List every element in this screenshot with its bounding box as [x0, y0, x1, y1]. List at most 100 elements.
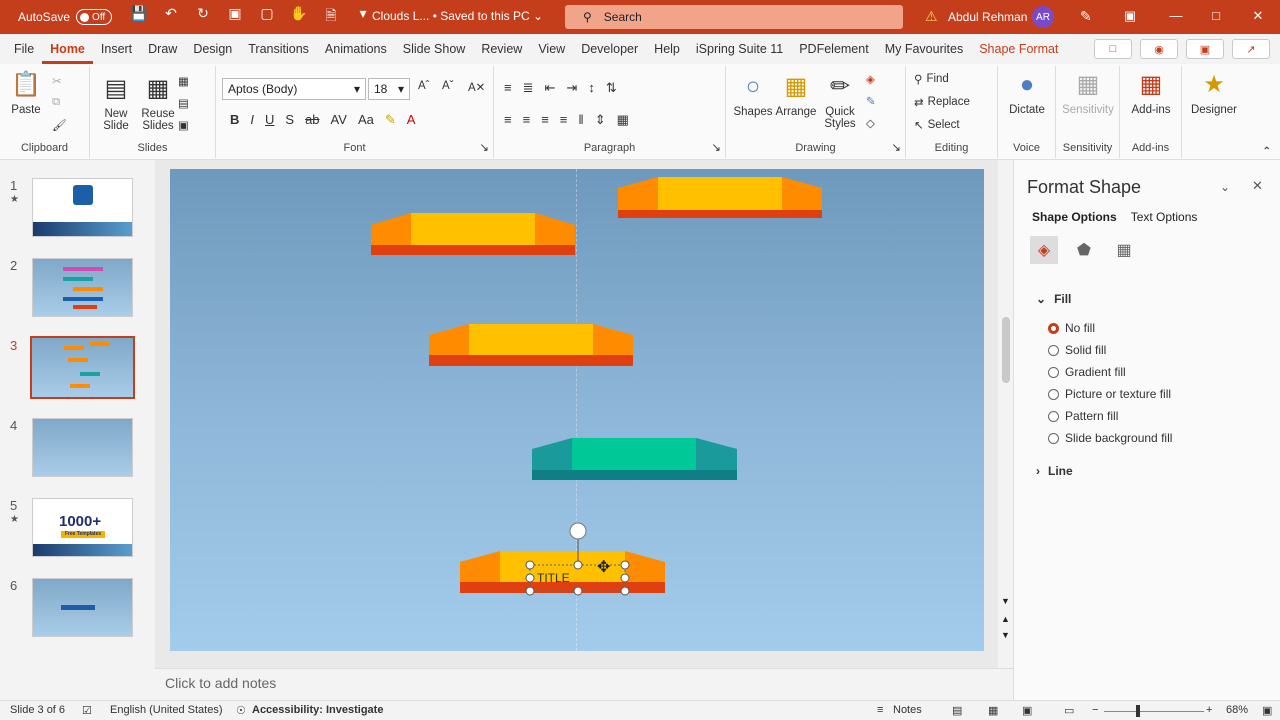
tab-review[interactable]: Review [473, 34, 530, 64]
zoom-level[interactable]: 68% [1226, 704, 1248, 716]
scroll-down-icon[interactable]: ▼ [1001, 596, 1010, 606]
text-direction-icon[interactable]: ⇅ [606, 80, 617, 96]
slide-canvas[interactable]: TITLE ✥ [170, 169, 984, 651]
replace-button[interactable]: ⇄ Replace [914, 95, 970, 109]
maximize-icon[interactable]: □ [1206, 8, 1226, 23]
radio-button[interactable] [1048, 432, 1059, 444]
shapes-button[interactable]: ○ Shapes [732, 72, 774, 118]
gradient-fill-option[interactable]: Gradient fill [1048, 365, 1126, 379]
minimize-icon[interactable]: — [1166, 8, 1186, 23]
cut-icon[interactable]: ✂ [52, 74, 62, 88]
step-shape-4[interactable] [532, 438, 737, 480]
highlight-icon[interactable]: ✎ [385, 112, 396, 128]
save-icon[interactable]: 💾 [130, 5, 148, 29]
paste-button[interactable]: 📋 Paste [6, 70, 46, 116]
collapse-ribbon-icon[interactable]: ⌃ [1262, 144, 1272, 158]
change-case-icon[interactable]: Aa [358, 112, 374, 128]
section-icon[interactable]: ▣ [178, 118, 189, 132]
fill-section-header[interactable]: ⌄ Fill [1036, 292, 1071, 306]
teams-present-icon[interactable]: ▣ [1186, 39, 1224, 59]
tab-home[interactable]: Home [42, 34, 93, 64]
undo-icon[interactable]: ↶ [162, 5, 180, 29]
tab-help[interactable]: Help [646, 34, 688, 64]
user-name[interactable]: Abdul Rehman [948, 10, 1027, 24]
spacing-icon[interactable]: AV [331, 112, 347, 128]
radio-button[interactable] [1048, 366, 1059, 378]
tab-slide-show[interactable]: Slide Show [395, 34, 474, 64]
slide-background-fill-option[interactable]: Slide background fill [1048, 431, 1172, 445]
close-window-icon[interactable]: ✕ [1248, 8, 1268, 24]
resize-handle[interactable] [573, 586, 583, 596]
resize-handle[interactable] [525, 586, 535, 596]
vertical-scrollbar[interactable]: ▼ ▲ ▼ [998, 160, 1013, 668]
effects-icon[interactable]: ⬟ [1070, 236, 1098, 264]
justify-icon[interactable]: ≡ [560, 112, 568, 128]
align-text-icon[interactable]: ⇕ [595, 112, 606, 128]
bold-icon[interactable]: B [230, 112, 239, 128]
underline-icon[interactable]: U [265, 112, 274, 128]
record-icon[interactable]: ◉ [1140, 39, 1178, 59]
strikethrough-icon[interactable]: ab [305, 112, 319, 128]
step-shape-3[interactable] [429, 324, 633, 366]
tab-developer[interactable]: Developer [573, 34, 646, 64]
thumbnail-3[interactable]: 3 [0, 336, 155, 408]
redo-icon[interactable]: ↻ [194, 5, 212, 29]
zoom-out-icon[interactable]: − [1092, 704, 1098, 716]
spellcheck-icon[interactable]: ☑ [82, 704, 92, 717]
share-icon[interactable]: ↗ [1232, 39, 1270, 59]
slide-count[interactable]: Slide 3 of 6 [10, 704, 65, 716]
thumbnail-2[interactable]: 2 [0, 258, 155, 328]
dictate-button[interactable]: ● Dictate [1004, 70, 1050, 116]
ribbon-display-icon[interactable]: ▣ [1120, 8, 1140, 24]
solid-fill-option[interactable]: Solid fill [1048, 343, 1106, 357]
slide-sorter-icon[interactable]: ▦ [988, 704, 998, 717]
quick-styles-button[interactable]: ✏ Quick Styles [818, 72, 862, 130]
zoom-in-icon[interactable]: + [1206, 704, 1212, 716]
radio-button[interactable] [1048, 322, 1059, 334]
normal-view-icon[interactable]: ▤ [952, 704, 962, 717]
avatar[interactable]: AR [1032, 6, 1054, 28]
notes-placeholder[interactable]: Click to add notes [165, 675, 276, 691]
smartart-icon[interactable]: ▦ [617, 112, 629, 128]
zoom-slider[interactable] [1104, 711, 1204, 712]
picture-fill-option[interactable]: Picture or texture fill [1048, 387, 1171, 401]
pen-icon[interactable]: ✎ [1080, 8, 1092, 25]
step-shape-2[interactable] [371, 213, 575, 255]
select-button[interactable]: ↖ Select [914, 118, 960, 132]
reuse-slides-button[interactable]: ▦ Reuse Slides [138, 74, 178, 132]
rotate-handle[interactable] [569, 522, 587, 540]
new-slide-button[interactable]: ▤ New Slide [96, 74, 136, 132]
tab-shape-format[interactable]: Shape Format [971, 34, 1066, 64]
increase-indent-icon[interactable]: ⇥ [566, 80, 577, 96]
size-properties-icon[interactable]: ▦ [1110, 236, 1138, 264]
align-right-icon[interactable]: ≡ [541, 112, 549, 128]
pattern-fill-option[interactable]: Pattern fill [1048, 409, 1118, 423]
italic-icon[interactable]: I [250, 112, 254, 128]
font-color-icon[interactable]: A [407, 112, 416, 128]
tab-ispring[interactable]: iSpring Suite 11 [688, 34, 791, 64]
tab-view[interactable]: View [530, 34, 573, 64]
reset-icon[interactable]: ▤ [178, 96, 189, 110]
layout-icon[interactable]: ▦ [178, 74, 189, 88]
comments-icon[interactable]: □ [1094, 39, 1132, 59]
thumbnail-4[interactable]: 4 [0, 418, 155, 488]
resize-handle[interactable] [620, 586, 630, 596]
radio-button[interactable] [1048, 388, 1059, 400]
slideshow-view-icon[interactable]: ▭ [1064, 704, 1074, 717]
tab-pdfelement[interactable]: PDFelement [791, 34, 876, 64]
no-fill-option[interactable]: No fill [1048, 321, 1095, 335]
designer-button[interactable]: ★ Designer [1188, 70, 1240, 116]
shrink-font-icon[interactable]: Aˇ [442, 80, 454, 92]
scrollbar-thumb[interactable] [1002, 317, 1010, 383]
grow-font-icon[interactable]: Aˆ [418, 80, 430, 92]
autosave-toggle[interactable]: Off [76, 9, 113, 25]
close-pane-icon[interactable]: ✕ [1252, 178, 1263, 194]
clear-format-icon[interactable]: A✕ [468, 80, 485, 94]
step-shape-1[interactable] [618, 177, 822, 218]
next-slide-icon[interactable]: ▼ [1001, 630, 1010, 640]
notes-button[interactable]: Notes [893, 704, 922, 716]
columns-icon[interactable]: ‖ [578, 112, 583, 128]
shape-effects-icon[interactable]: ◇ [866, 116, 875, 130]
resize-handle[interactable] [573, 560, 583, 570]
shadow-icon[interactable]: S [285, 112, 294, 128]
